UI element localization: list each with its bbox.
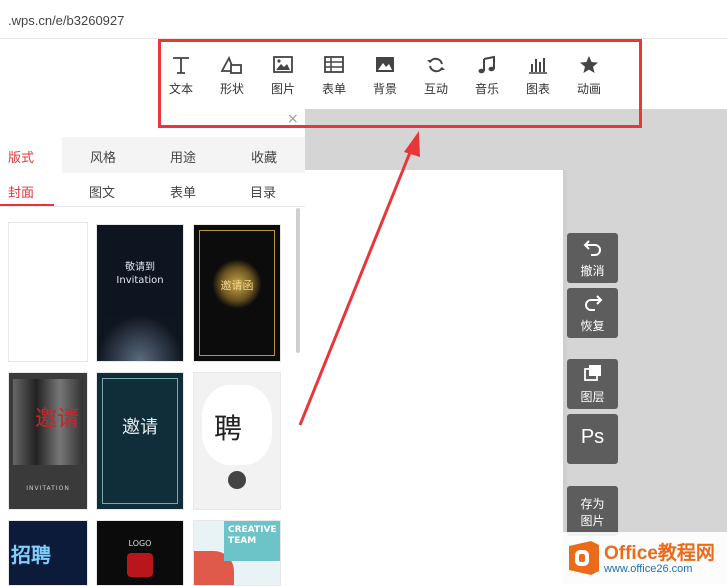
watermark-url: www.office26.com [604, 563, 693, 575]
office-logo-icon [569, 541, 599, 575]
annotation-arrow [298, 131, 420, 426]
watermark: Office教程网 www.office26.com [562, 532, 727, 584]
watermark-title: Office教程网 [604, 543, 715, 564]
